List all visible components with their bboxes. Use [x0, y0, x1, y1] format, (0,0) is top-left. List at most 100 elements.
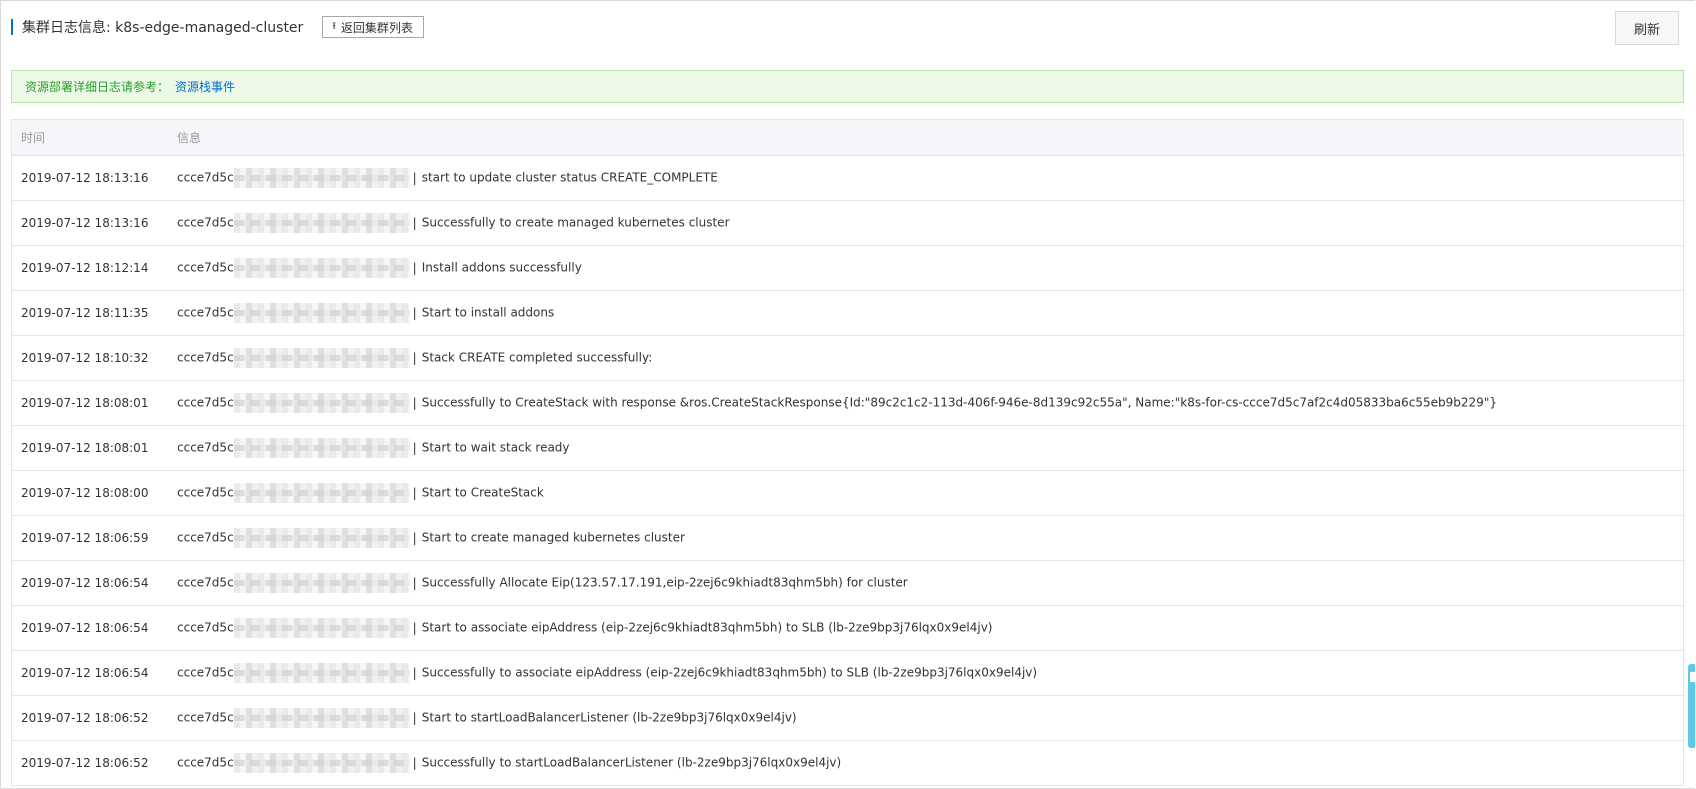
- cluster-id-prefix: ccce7d5c: [177, 530, 234, 545]
- table-row: 2019-07-12 18:08:01 ccce7d5c | Successfully…: [12, 381, 1683, 426]
- separator: |: [412, 755, 417, 770]
- log-time: 2019-07-12 18:10:32: [21, 351, 149, 365]
- log-table: 时间 信息 2019-07-12 18:13:16 ccce7d5c | start …: [11, 119, 1684, 786]
- log-time: 2019-07-12 18:08:00: [21, 486, 149, 500]
- table-row: 2019-07-12 18:08:01 ccce7d5c | Start to wai…: [12, 426, 1683, 471]
- cluster-id-prefix: ccce7d5c: [177, 170, 234, 185]
- log-time: 2019-07-12 18:08:01: [21, 441, 149, 455]
- separator: |: [412, 665, 417, 680]
- table-row: 2019-07-12 18:08:00 ccce7d5c | Start to Cre…: [12, 471, 1683, 516]
- separator: |: [412, 575, 417, 590]
- log-message: Start to associate eipAddress (eip-2zej6…: [421, 620, 993, 635]
- separator: |: [412, 620, 417, 635]
- title-accent-bar: [11, 19, 13, 35]
- cluster-id-prefix: ccce7d5c: [177, 440, 234, 455]
- side-feedback-handle[interactable]: [1688, 664, 1695, 748]
- log-time: 2019-07-12 18:06:52: [21, 711, 149, 725]
- separator: |: [412, 350, 417, 365]
- redacted-id-mask: [233, 393, 410, 413]
- redacted-id-mask: [233, 348, 410, 368]
- table-row: 2019-07-12 18:13:16 ccce7d5c | start to upd…: [12, 156, 1683, 201]
- refresh-button[interactable]: 刷新: [1615, 11, 1679, 45]
- cluster-log-page: 集群日志信息: k8s-edge-managed-cluster ⭱ 返回集群列…: [0, 0, 1695, 789]
- redacted-id-mask: [233, 303, 410, 323]
- redacted-id-mask: [233, 528, 410, 548]
- cluster-id-prefix: ccce7d5c: [177, 305, 234, 320]
- log-info: ccce7d5c | Install addons successfully: [177, 258, 1683, 278]
- table-row: 2019-07-12 18:06:54 ccce7d5c | Successfully…: [12, 651, 1683, 696]
- log-info: ccce7d5c | Successfully Allocate Eip(123.5…: [177, 573, 1683, 593]
- table-row: 2019-07-12 18:06:52 ccce7d5c | Successfully…: [12, 741, 1683, 786]
- log-time: 2019-07-12 18:06:52: [21, 756, 149, 770]
- cluster-id-prefix: ccce7d5c: [177, 485, 234, 500]
- log-time: 2019-07-12 18:08:01: [21, 396, 149, 410]
- cluster-id-prefix: ccce7d5c: [177, 665, 234, 680]
- log-time: 2019-07-12 18:06:54: [21, 621, 149, 635]
- log-info: ccce7d5c | Successfully to startLoadBalanc…: [177, 753, 1683, 773]
- log-message: start to update cluster status CREATE_CO…: [421, 170, 718, 185]
- separator: |: [412, 530, 417, 545]
- log-info: ccce7d5c | Start to CreateStack: [177, 483, 1683, 503]
- cluster-id-prefix: ccce7d5c: [177, 710, 234, 725]
- separator: |: [412, 440, 417, 455]
- notice-text: 资源部署详细日志请参考：: [25, 80, 170, 94]
- redacted-id-mask: [233, 618, 410, 638]
- cluster-id-prefix: ccce7d5c: [177, 395, 234, 410]
- redacted-id-mask: [233, 663, 410, 683]
- page-title: 集群日志信息: k8s-edge-managed-cluster: [22, 20, 304, 36]
- page-header: 集群日志信息: k8s-edge-managed-cluster ⭱ 返回集群列…: [11, 13, 424, 41]
- log-time: 2019-07-12 18:13:16: [21, 171, 149, 185]
- log-info: ccce7d5c | start to update cluster status …: [177, 168, 1683, 188]
- separator: |: [412, 710, 417, 725]
- log-message: Start to CreateStack: [421, 485, 544, 500]
- redacted-id-mask: [233, 753, 410, 773]
- upload-arrow-icon: ⭱: [332, 21, 336, 32]
- log-info: ccce7d5c | Start to associate eipAddress (…: [177, 618, 1683, 638]
- table-body: 2019-07-12 18:13:16 ccce7d5c | start to upd…: [12, 156, 1683, 786]
- log-info: ccce7d5c | Start to startLoadBalancerListe…: [177, 708, 1683, 728]
- separator: |: [412, 170, 417, 185]
- log-message: Successfully to startLoadBalancerListene…: [421, 755, 842, 770]
- redacted-id-mask: [233, 213, 410, 233]
- log-info: ccce7d5c | Successfully to create managed …: [177, 213, 1683, 233]
- resource-stack-events-link[interactable]: 资源栈事件: [175, 78, 235, 95]
- back-button-label: 返回集群列表: [340, 20, 413, 35]
- log-time: 2019-07-12 18:06:54: [21, 666, 149, 680]
- log-time: 2019-07-12 18:06:54: [21, 576, 149, 590]
- cluster-id-prefix: ccce7d5c: [177, 215, 234, 230]
- separator: |: [412, 305, 417, 320]
- resource-notice-banner: 资源部署详细日志请参考： 资源栈事件: [11, 70, 1684, 103]
- log-info: ccce7d5c | Successfully to associate eipAd…: [177, 663, 1683, 683]
- redacted-id-mask: [233, 573, 410, 593]
- log-message: Start to startLoadBalancerListener (lb-2…: [421, 710, 797, 725]
- redacted-id-mask: [233, 483, 410, 503]
- table-row: 2019-07-12 18:12:14 ccce7d5c | Install addo…: [12, 246, 1683, 291]
- redacted-id-mask: [233, 168, 410, 188]
- cluster-id-prefix: ccce7d5c: [177, 260, 234, 275]
- cluster-id-prefix: ccce7d5c: [177, 620, 234, 635]
- log-message: Successfully Allocate Eip(123.57.17.191,…: [421, 575, 908, 590]
- cluster-id-prefix: ccce7d5c: [177, 350, 234, 365]
- table-row: 2019-07-12 18:06:54 ccce7d5c | Successfully…: [12, 561, 1683, 606]
- back-to-cluster-list-button[interactable]: ⭱ 返回集群列表: [322, 16, 424, 38]
- redacted-id-mask: [233, 438, 410, 458]
- log-time: 2019-07-12 18:11:35: [21, 306, 149, 320]
- table-row: 2019-07-12 18:13:16 ccce7d5c | Successfully…: [12, 201, 1683, 246]
- log-message: Install addons successfully: [421, 260, 582, 275]
- log-message: Stack CREATE completed successfully:: [421, 350, 653, 365]
- separator: |: [412, 485, 417, 500]
- log-message: Start to wait stack ready: [421, 440, 570, 455]
- cluster-id-prefix: ccce7d5c: [177, 575, 234, 590]
- column-header-info: 信息: [177, 131, 202, 145]
- separator: |: [412, 260, 417, 275]
- table-row: 2019-07-12 18:10:32 ccce7d5c | Stack CREATE…: [12, 336, 1683, 381]
- table-row: 2019-07-12 18:06:59 ccce7d5c | Start to cre…: [12, 516, 1683, 561]
- log-message: Successfully to associate eipAddress (ei…: [421, 665, 1038, 680]
- log-info: ccce7d5c | Stack CREATE completed successf…: [177, 348, 1683, 368]
- log-info: ccce7d5c | Start to install addons: [177, 303, 1683, 323]
- log-time: 2019-07-12 18:06:59: [21, 531, 149, 545]
- redacted-id-mask: [233, 708, 410, 728]
- table-row: 2019-07-12 18:11:35 ccce7d5c | Start to ins…: [12, 291, 1683, 336]
- separator: |: [412, 215, 417, 230]
- table-row: 2019-07-12 18:06:52 ccce7d5c | Start to sta…: [12, 696, 1683, 741]
